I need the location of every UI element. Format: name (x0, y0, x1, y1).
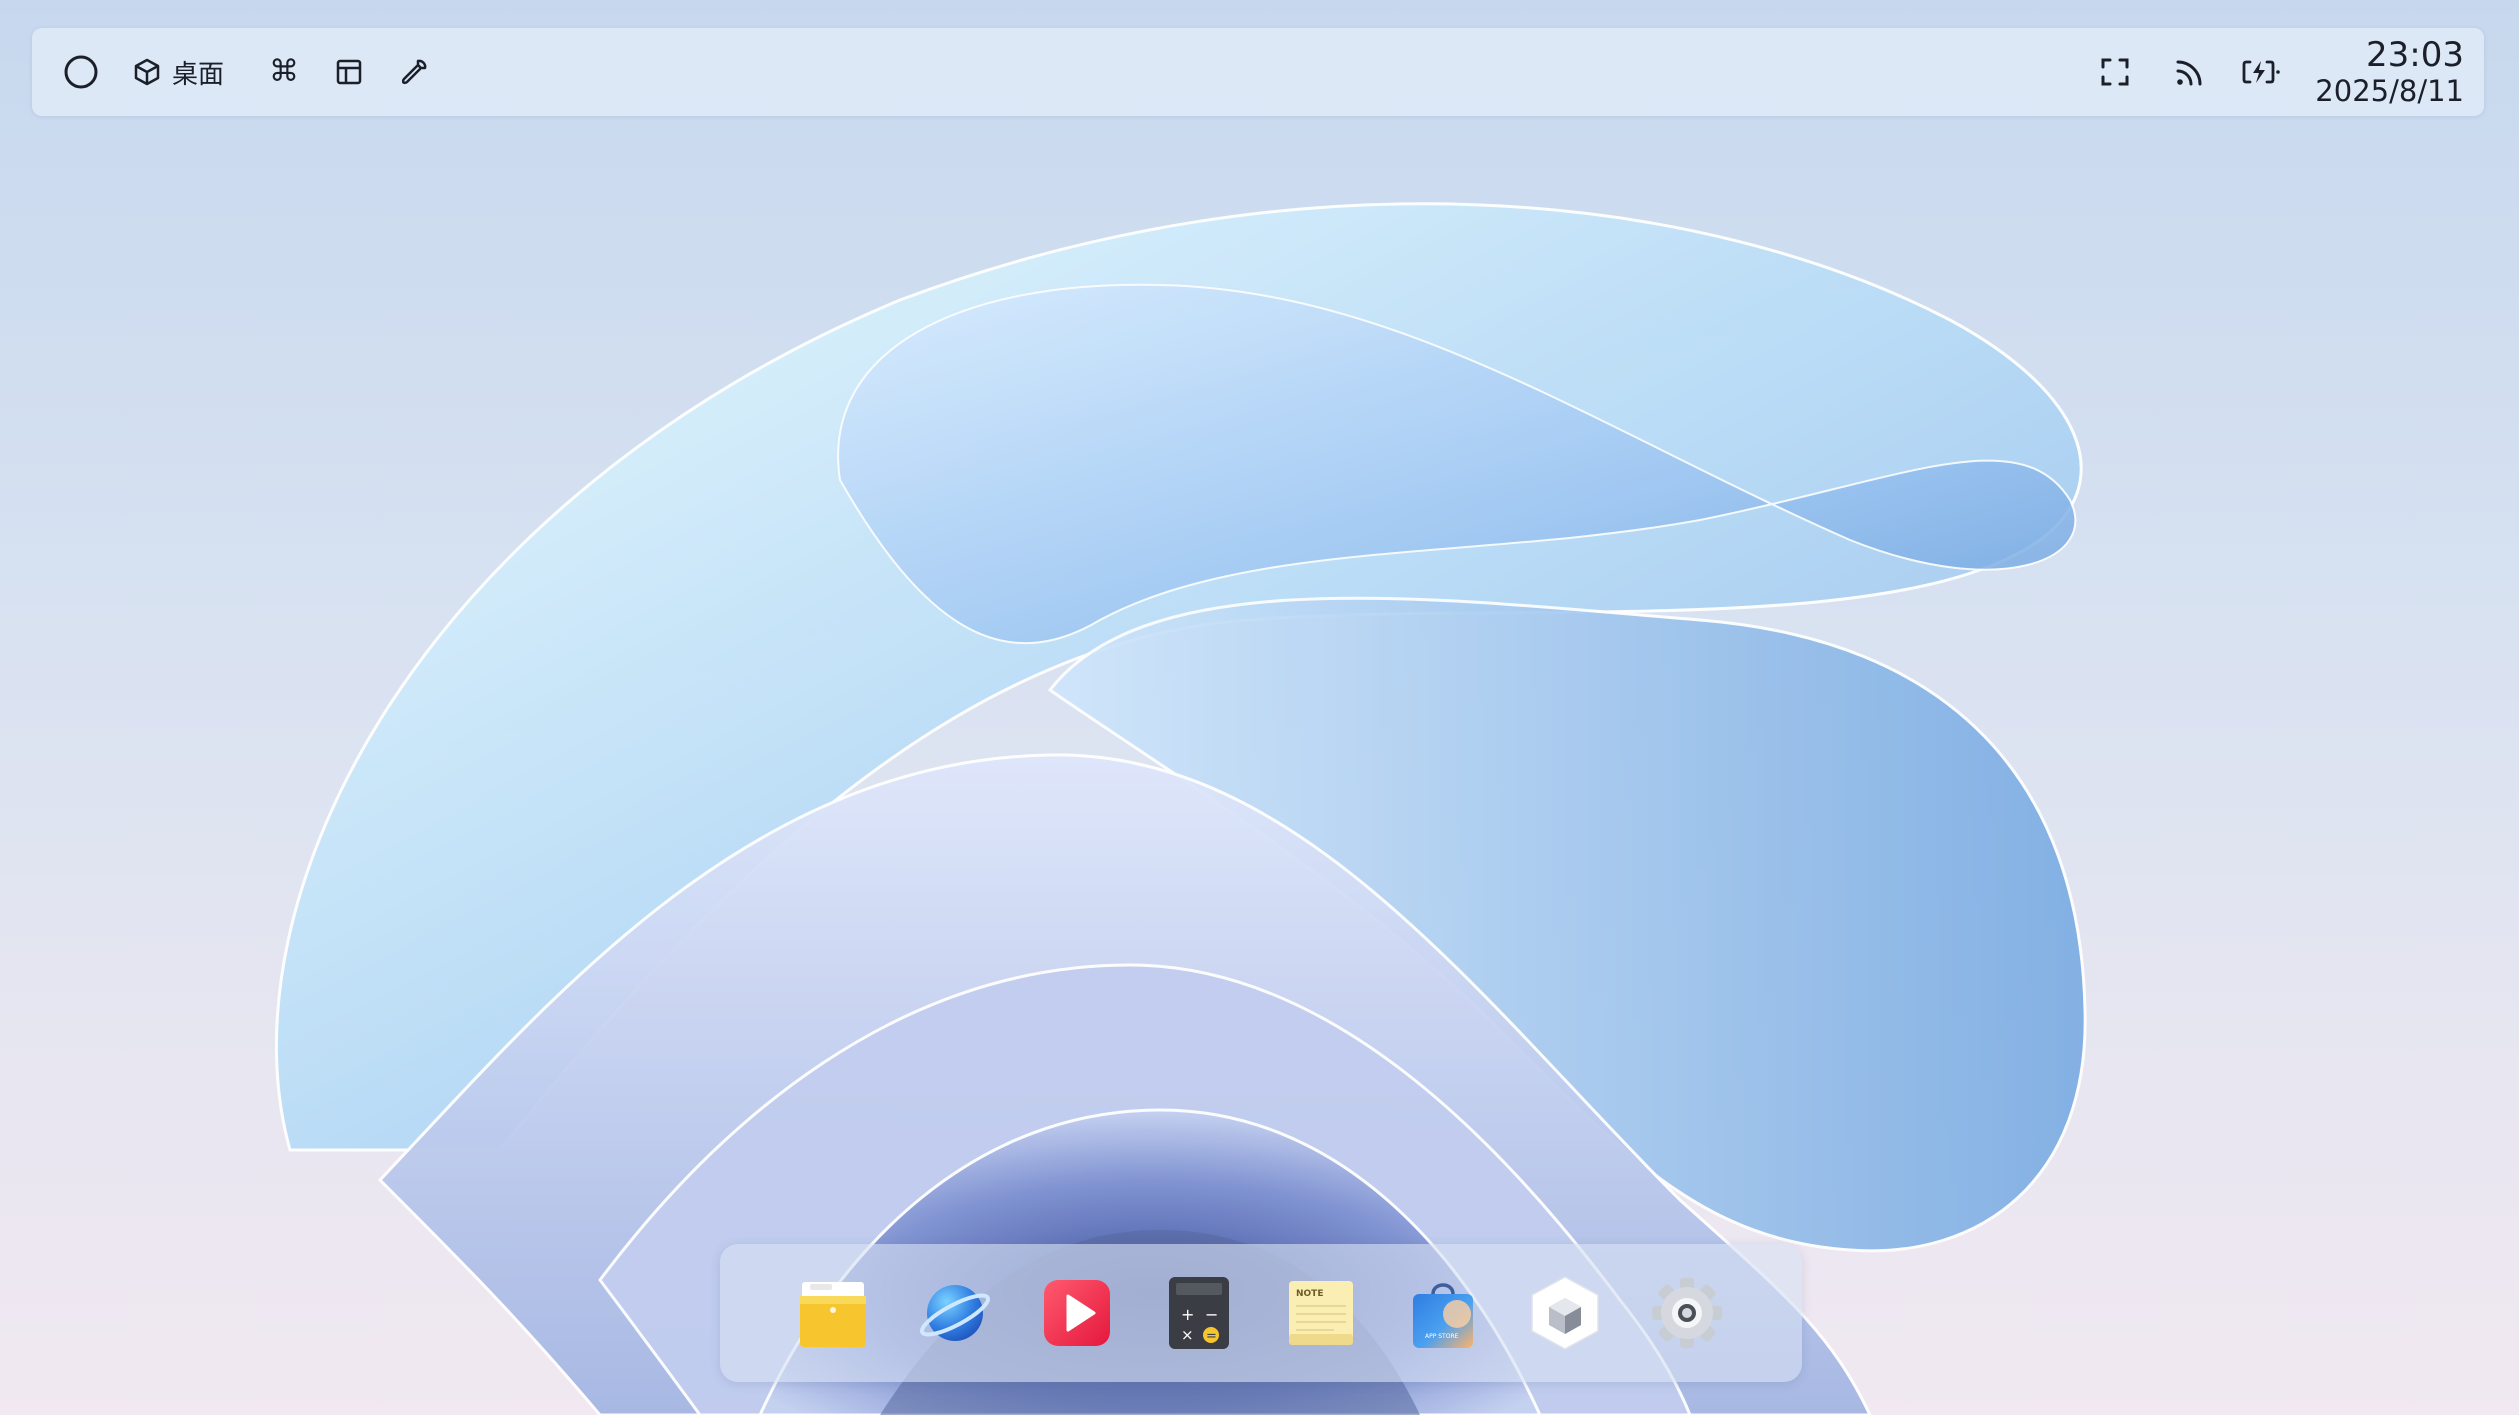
desktop-menu-button[interactable]: 桌面 (132, 28, 262, 116)
tools-button[interactable] (387, 28, 441, 116)
svg-text:×: × (1181, 1326, 1194, 1344)
browser-app-icon[interactable] (914, 1272, 996, 1354)
svg-text:+: + (1181, 1305, 1194, 1324)
command-button[interactable]: ⌘ (257, 28, 311, 116)
dock: + − × = NOTE APP STORE (720, 1244, 1802, 1382)
cube-icon (134, 58, 160, 86)
clock-date: 2025/8/11 (2315, 74, 2464, 108)
battery-charging-icon (2242, 60, 2280, 84)
layout-button[interactable] (322, 28, 376, 116)
battery-button[interactable] (2232, 28, 2292, 116)
top-panel: 桌面 ⌘ 23:03 2025/8/11 (32, 28, 2484, 116)
network-button[interactable] (2163, 28, 2217, 116)
fullscreen-button[interactable] (2088, 28, 2142, 116)
svg-text:−: − (1205, 1305, 1218, 1324)
wrench-icon (401, 59, 427, 85)
clock-time: 23:03 (2366, 35, 2464, 75)
rss-signal-icon (2176, 60, 2202, 86)
notes-app-icon[interactable]: NOTE (1280, 1272, 1362, 1354)
launcher-button[interactable] (54, 28, 108, 116)
settings-app-icon[interactable] (1646, 1272, 1728, 1354)
files-app-icon[interactable] (792, 1272, 874, 1354)
fullscreen-icon (2101, 58, 2129, 86)
video-player-app-icon[interactable] (1036, 1272, 1118, 1354)
desktop-wallpaper (274, 202, 2087, 1415)
clock[interactable]: 23:03 2025/8/11 (2315, 36, 2464, 108)
package-app-icon[interactable] (1524, 1272, 1606, 1354)
desktop-label: 桌面 (172, 59, 225, 90)
layout-icon (336, 59, 362, 85)
store-label: APP STORE (1425, 1333, 1459, 1340)
svg-text:=: = (1206, 1329, 1217, 1344)
command-icon: ⌘ (269, 54, 299, 89)
calculator-app-icon[interactable]: + − × = (1158, 1272, 1240, 1354)
note-label: NOTE (1296, 1289, 1323, 1299)
app-store-app-icon[interactable]: APP STORE (1402, 1272, 1484, 1354)
circle-icon (64, 55, 98, 89)
